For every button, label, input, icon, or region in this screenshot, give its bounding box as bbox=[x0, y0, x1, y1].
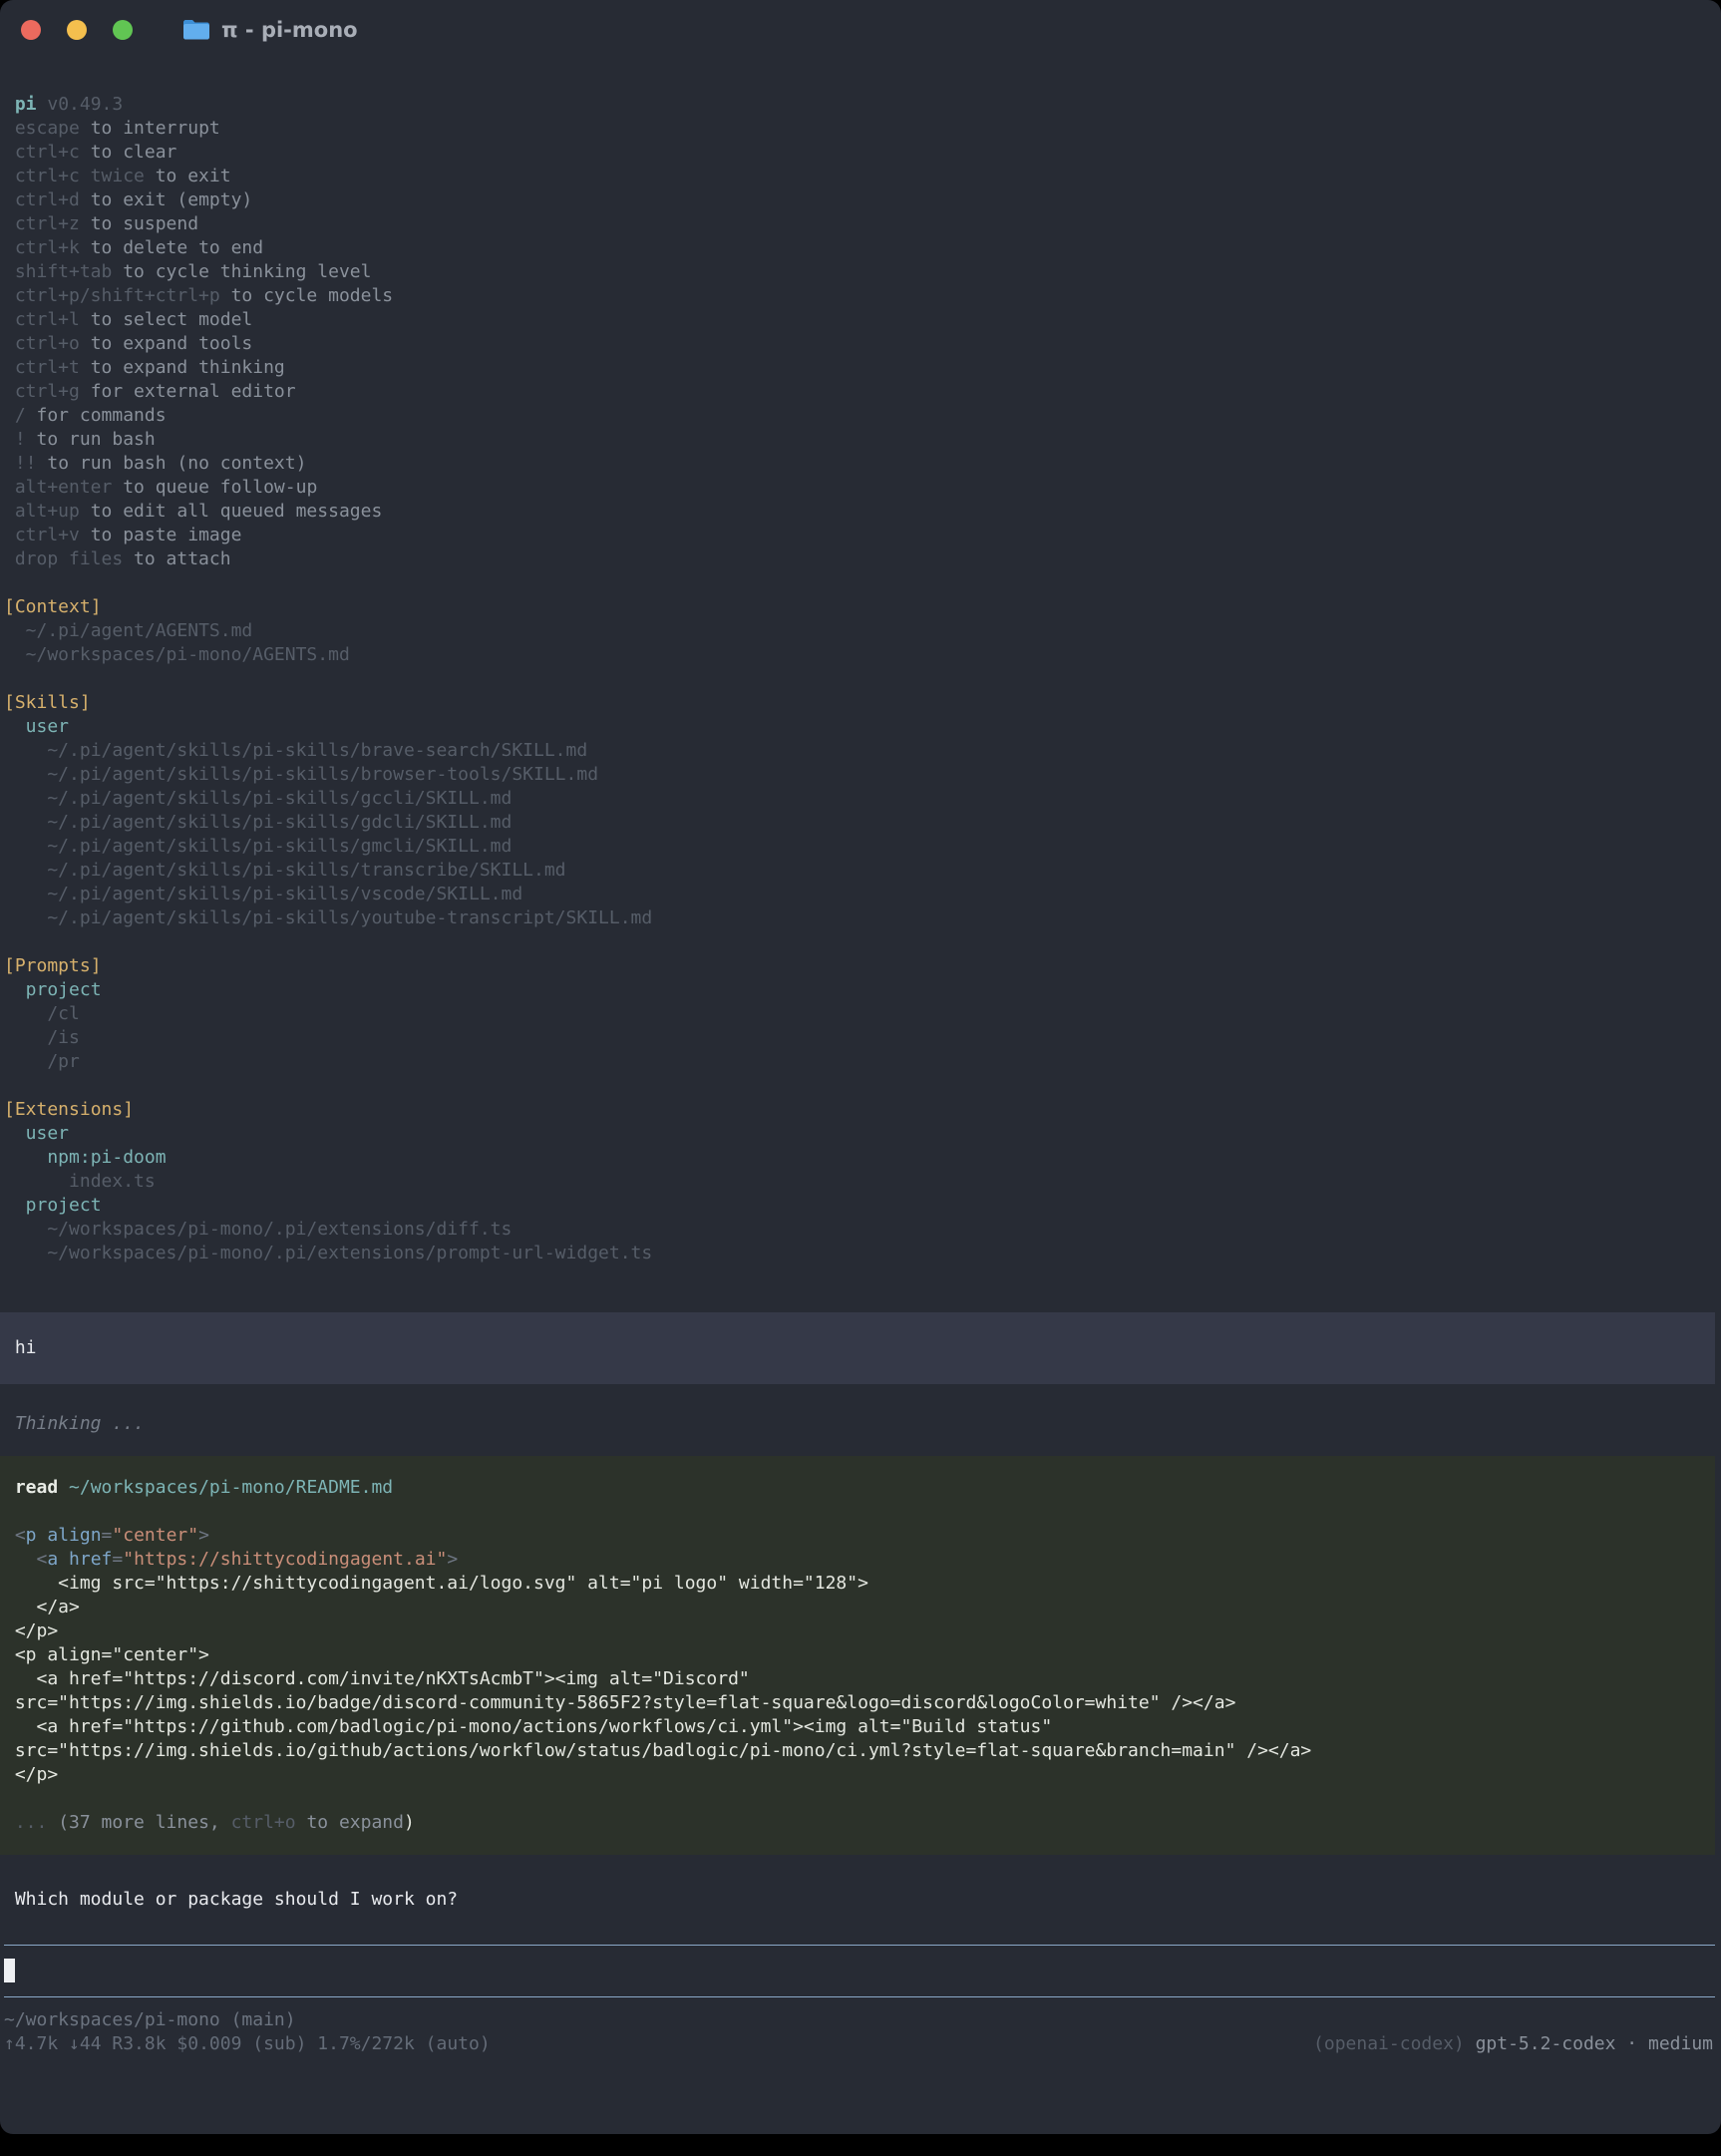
section-item: ~/.pi/agent/skills/pi-skills/brave-searc… bbox=[0, 739, 1721, 763]
help-hint-line: ctrl+z to suspend bbox=[0, 212, 1721, 236]
section-item: project bbox=[0, 978, 1721, 1002]
text-cursor bbox=[4, 1959, 15, 1982]
blank-line bbox=[0, 571, 1721, 595]
status-token-stats: ↑4.7k ↓44 R3.8k $0.009 (sub) 1.7%/272k (… bbox=[4, 2032, 491, 2056]
prompt-input[interactable] bbox=[4, 1945, 1715, 1997]
section-header: [Context] bbox=[0, 595, 1721, 619]
section-item: /cl bbox=[0, 1002, 1721, 1026]
help-hint-line: ctrl+c to clear bbox=[0, 141, 1721, 165]
status-model: (openai-codex) gpt-5.2-codex · medium bbox=[1313, 2032, 1713, 2056]
tool-output-code-line: <a href="https://discord.com/invite/nKXT… bbox=[0, 1667, 1715, 1691]
help-hint-line: shift+tab to cycle thinking level bbox=[0, 260, 1721, 284]
help-hint-line: drop files to attach bbox=[0, 547, 1721, 571]
terminal-content: pi v0.49.3escape to interruptctrl+c to c… bbox=[0, 60, 1721, 2056]
user-message: hi bbox=[0, 1312, 1715, 1384]
tool-output-code-line: </p> bbox=[0, 1619, 1715, 1643]
help-hint-line: alt+up to edit all queued messages bbox=[0, 500, 1721, 524]
section-item: ~/.pi/agent/skills/pi-skills/transcribe/… bbox=[0, 859, 1721, 883]
tool-output-code-line: src="https://img.shields.io/github/actio… bbox=[0, 1739, 1715, 1763]
section-item: /is bbox=[0, 1026, 1721, 1050]
section-item: ~/.pi/agent/skills/pi-skills/gccli/SKILL… bbox=[0, 787, 1721, 811]
tool-output-code-line: <a href="https://github.com/badlogic/pi-… bbox=[0, 1715, 1715, 1739]
blank-line bbox=[0, 1074, 1721, 1098]
tool-output-truncation: ... (37 more lines, ctrl+o to expand) bbox=[0, 1811, 1715, 1835]
minimize-button[interactable] bbox=[67, 20, 87, 40]
help-hint-line: ! to run bash bbox=[0, 428, 1721, 452]
section-item: /pr bbox=[0, 1050, 1721, 1074]
section-item: ~/workspaces/pi-mono/AGENTS.md bbox=[0, 643, 1721, 667]
section-item: ~/.pi/agent/AGENTS.md bbox=[0, 619, 1721, 643]
help-hint-line: ctrl+p/shift+ctrl+p to cycle models bbox=[0, 284, 1721, 308]
section-header: [Prompts] bbox=[0, 954, 1721, 978]
help-hint-line: ctrl+g for external editor bbox=[0, 380, 1721, 404]
tool-output-code-line: src="https://img.shields.io/badge/discor… bbox=[0, 1691, 1715, 1715]
tool-call-header: read ~/workspaces/pi-mono/README.md bbox=[0, 1476, 1715, 1500]
status-cwd: ~/workspaces/pi-mono (main) bbox=[0, 2008, 1721, 2032]
window-title: π - pi-mono bbox=[221, 18, 358, 42]
section-header: [Skills] bbox=[0, 691, 1721, 715]
blank-line bbox=[0, 667, 1721, 691]
section-item: npm:pi-doom bbox=[0, 1146, 1721, 1170]
tool-output-code-line: <p align="center"> bbox=[0, 1524, 1715, 1548]
help-hint-line: ctrl+k to delete to end bbox=[0, 236, 1721, 260]
section-item: project bbox=[0, 1194, 1721, 1218]
tool-output-code-line: <img src="https://shittycodingagent.ai/l… bbox=[0, 1572, 1715, 1596]
boot-block: pi v0.49.3escape to interruptctrl+c to c… bbox=[0, 93, 1721, 1265]
help-hint-line: ctrl+o to expand tools bbox=[0, 332, 1721, 356]
section-item: ~/.pi/agent/skills/pi-skills/gdcli/SKILL… bbox=[0, 811, 1721, 835]
blank-line bbox=[0, 930, 1721, 954]
section-item: user bbox=[0, 1122, 1721, 1146]
help-hint-line: ctrl+v to paste image bbox=[0, 524, 1721, 547]
app-version-line: pi v0.49.3 bbox=[0, 93, 1721, 117]
status-bar: ~/workspaces/pi-mono (main) ↑4.7k ↓44 R3… bbox=[0, 2008, 1721, 2056]
section-item: ~/.pi/agent/skills/pi-skills/youtube-tra… bbox=[0, 906, 1721, 930]
status-stats-row: ↑4.7k ↓44 R3.8k $0.009 (sub) 1.7%/272k (… bbox=[0, 2032, 1721, 2056]
thinking-indicator: Thinking ... bbox=[0, 1412, 1721, 1436]
tool-output-code-line: <a href="https://shittycodingagent.ai"> bbox=[0, 1548, 1715, 1572]
zoom-button[interactable] bbox=[113, 20, 133, 40]
folder-icon bbox=[182, 18, 210, 42]
prompt-input-line[interactable] bbox=[4, 1959, 1715, 1982]
close-button[interactable] bbox=[21, 20, 41, 40]
section-item: index.ts bbox=[0, 1170, 1721, 1194]
help-hint-line: ctrl+d to exit (empty) bbox=[0, 188, 1721, 212]
section-item: ~/workspaces/pi-mono/.pi/extensions/prom… bbox=[0, 1242, 1721, 1265]
blank-line bbox=[0, 1500, 1715, 1524]
status-model-name: gpt-5.2-codex · medium bbox=[1465, 2033, 1713, 2054]
section-item: user bbox=[0, 715, 1721, 739]
tool-output-code-line: </a> bbox=[0, 1596, 1715, 1619]
help-hint-line: ctrl+c twice to exit bbox=[0, 165, 1721, 188]
help-hint-line: ctrl+l to select model bbox=[0, 308, 1721, 332]
tool-output-code-line: </p> bbox=[0, 1763, 1715, 1787]
blank-line bbox=[0, 1787, 1715, 1811]
section-item: ~/.pi/agent/skills/pi-skills/gmcli/SKILL… bbox=[0, 835, 1721, 859]
titlebar: π - pi-mono bbox=[0, 0, 1721, 60]
section-item: ~/.pi/agent/skills/pi-skills/browser-too… bbox=[0, 763, 1721, 787]
help-hint-line: escape to interrupt bbox=[0, 117, 1721, 141]
help-hint-line: / for commands bbox=[0, 404, 1721, 428]
help-hint-line: ctrl+t to expand thinking bbox=[0, 356, 1721, 380]
section-item: ~/workspaces/pi-mono/.pi/extensions/diff… bbox=[0, 1218, 1721, 1242]
status-model-group: (openai-codex) bbox=[1313, 2033, 1465, 2054]
tool-output-code-line: <p align="center"> bbox=[0, 1643, 1715, 1667]
user-message-text: hi bbox=[0, 1336, 1715, 1360]
help-hint-line: alt+enter to queue follow-up bbox=[0, 476, 1721, 500]
section-item: ~/.pi/agent/skills/pi-skills/vscode/SKIL… bbox=[0, 883, 1721, 906]
assistant-message-text: Which module or package should I work on… bbox=[0, 1888, 1721, 1912]
help-hint-line: !! to run bash (no context) bbox=[0, 452, 1721, 476]
section-header: [Extensions] bbox=[0, 1098, 1721, 1122]
tool-call-block: read ~/workspaces/pi-mono/README.md <p al… bbox=[0, 1456, 1715, 1855]
terminal-window: π - pi-mono pi v0.49.3escape to interrup… bbox=[0, 0, 1721, 2134]
